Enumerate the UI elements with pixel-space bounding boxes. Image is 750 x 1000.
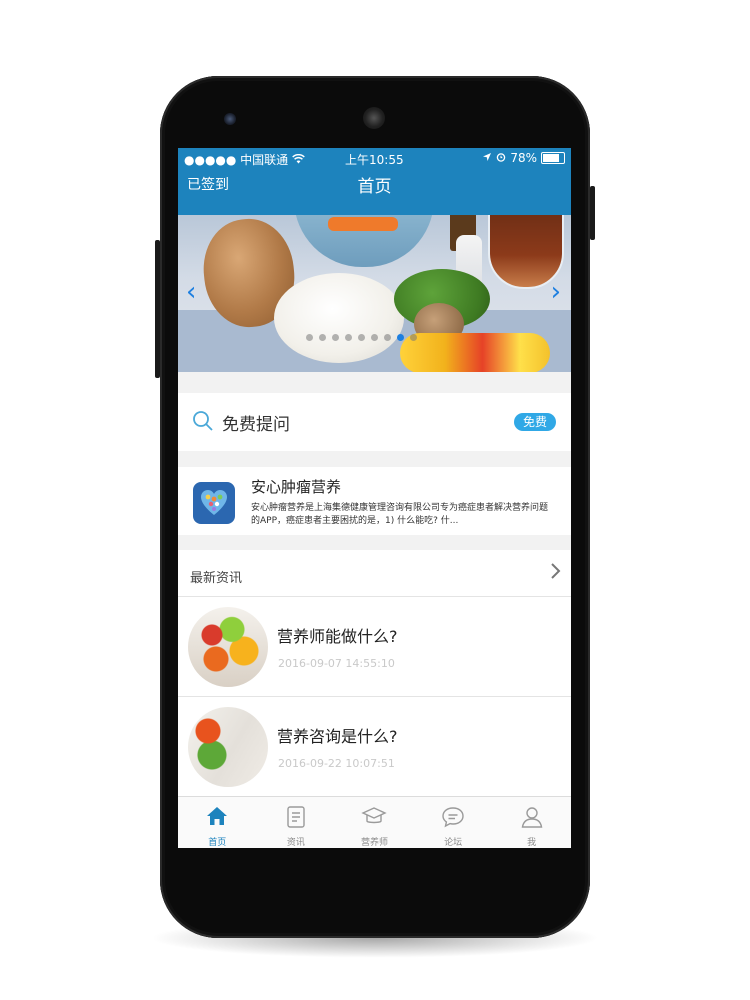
status-right: 78% [482, 151, 565, 165]
carousel-dot[interactable] [306, 334, 313, 341]
news-item[interactable]: 营养咨询是什么? 2016-09-22 10:07:51 [178, 697, 571, 797]
tab-home[interactable]: 首页 [178, 797, 257, 848]
app-screen: ●●●●● 中国联通 上午10:55 78% 已签到 首页 ‹ › 免费提问 免… [178, 148, 571, 848]
news-date: 2016-09-07 14:55:10 [278, 657, 395, 670]
app-logo-icon [193, 482, 235, 524]
news-thumbnail [188, 707, 268, 787]
free-question-row[interactable]: 免费提问 免费 [178, 393, 571, 451]
location-icon [482, 151, 492, 165]
user-icon [521, 807, 542, 828]
tab-label: 论坛 [444, 838, 463, 848]
graduation-cap-icon [361, 807, 388, 824]
latest-news-title: 最新资讯 [190, 571, 243, 586]
news-icon [287, 806, 305, 828]
news-date: 2016-09-22 10:07:51 [278, 757, 395, 770]
carousel-dot[interactable] [345, 334, 352, 341]
battery-fill [543, 154, 559, 162]
free-question-label: 免费提问 [222, 415, 290, 435]
battery-icon [541, 152, 565, 164]
tab-nutritionist[interactable]: 营养师 [335, 797, 414, 848]
home-icon [207, 807, 228, 825]
carousel-dot[interactable] [332, 334, 339, 341]
app-intro-card[interactable]: 安心肿瘤营养 安心肿瘤营养是上海集德健康管理咨询有限公司专为癌症患者解决营养问题… [178, 467, 571, 535]
tab-label: 资讯 [286, 838, 305, 848]
carousel-next-icon[interactable]: › [551, 277, 561, 307]
tab-label: 我 [527, 838, 537, 848]
search-icon [192, 410, 214, 436]
banner-carousel[interactable]: ‹ › [178, 215, 571, 372]
battery-percent: 78% [510, 151, 537, 165]
banner-peppers [400, 333, 550, 372]
news-item[interactable]: 营养师能做什么? 2016-09-07 14:55:10 [178, 597, 571, 697]
carousel-dot[interactable] [371, 334, 378, 341]
alarm-icon [496, 151, 506, 165]
carousel-dot[interactable] [319, 334, 326, 341]
chat-icon [442, 807, 464, 828]
carousel-dot[interactable] [384, 334, 391, 341]
banner-rice [274, 273, 404, 363]
carousel-prev-icon[interactable]: ‹ [186, 277, 196, 307]
news-title: 营养咨询是什么? [277, 727, 398, 746]
tab-label: 首页 [208, 838, 227, 848]
tab-news[interactable]: 资讯 [257, 797, 336, 848]
free-badge: 免费 [514, 413, 556, 431]
carousel-dot-active[interactable] [397, 334, 404, 341]
carousel-dot[interactable] [358, 334, 365, 341]
banner-carrot [328, 217, 398, 231]
carousel-dot[interactable] [410, 334, 417, 341]
volume-button [155, 240, 160, 378]
front-camera [224, 113, 236, 125]
tab-me[interactable]: 我 [492, 797, 571, 848]
chevron-right-icon [550, 561, 562, 586]
latest-news-header[interactable]: 最新资讯 [178, 550, 571, 597]
carrier-label: ●●●●● 中国联通 [184, 153, 289, 167]
tab-forum[interactable]: 论坛 [414, 797, 493, 848]
bottom-tab-bar: 首页 资讯 营养师 论坛 我 [178, 796, 571, 848]
wifi-icon [292, 153, 305, 167]
app-description: 安心肿瘤营养是上海集德健康管理咨询有限公司专为癌症患者解决营养问题的APP，癌症… [251, 503, 549, 526]
app-name: 安心肿瘤营养 [251, 478, 342, 496]
power-button [590, 186, 595, 240]
news-thumbnail [188, 607, 268, 687]
news-title: 营养师能做什么? [277, 627, 398, 646]
earpiece-speaker [363, 107, 385, 129]
status-time: 上午10:55 [345, 153, 404, 167]
tab-label: 营养师 [360, 838, 388, 848]
top-bar: ●●●●● 中国联通 上午10:55 78% 已签到 首页 [178, 148, 571, 215]
page-title: 首页 [357, 177, 392, 197]
carousel-dots [306, 334, 417, 341]
status-carrier: ●●●●● 中国联通 [184, 151, 305, 168]
